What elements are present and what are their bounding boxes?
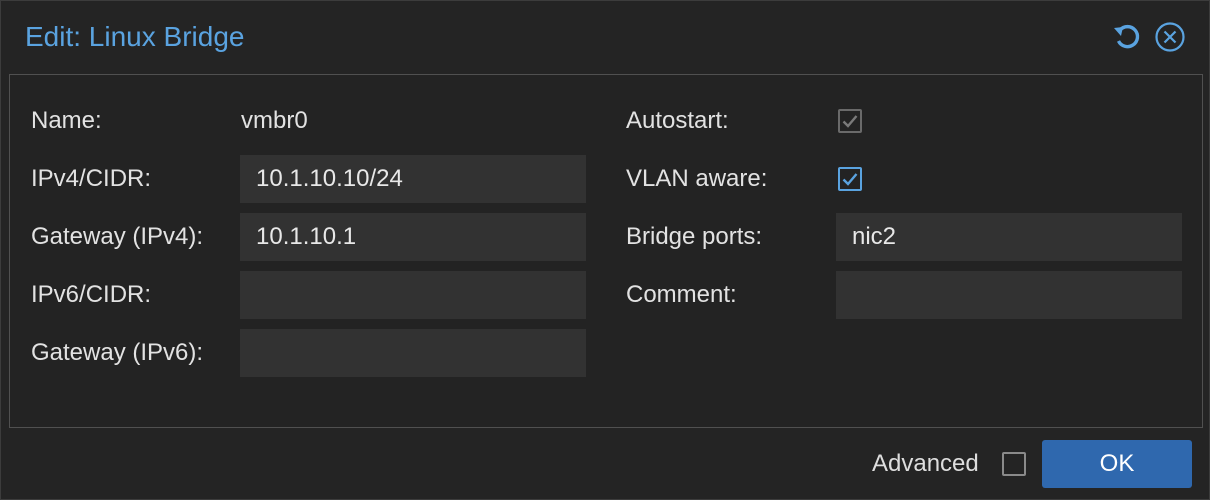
- advanced-checkbox[interactable]: [1002, 452, 1026, 476]
- bridge-ports-label: Bridge ports:: [626, 223, 763, 250]
- ipv4-cidr-input[interactable]: [240, 155, 586, 203]
- gateway-ipv4-label: Gateway (IPv4):: [31, 223, 204, 250]
- ipv6-cidr-input[interactable]: [240, 271, 586, 319]
- comment-label: Comment:: [626, 281, 737, 308]
- gateway-ipv6-input[interactable]: [240, 329, 586, 377]
- dialog-title: Edit: Linux Bridge: [25, 21, 245, 52]
- reset-icon: [1114, 24, 1140, 49]
- checkmark-icon: [842, 115, 858, 128]
- autostart-label: Autostart:: [626, 107, 729, 134]
- dialog-header: Edit: Linux Bridge: [1, 1, 1209, 73]
- name-label: Name:: [31, 107, 102, 134]
- checkmark-icon: [842, 173, 858, 186]
- bridge-ports-input[interactable]: [836, 213, 1182, 261]
- gateway-ipv6-label: Gateway (IPv6):: [31, 339, 204, 366]
- autostart-checkbox[interactable]: [838, 109, 862, 133]
- reset-button[interactable]: [1111, 21, 1143, 53]
- advanced-label: Advanced: [872, 450, 979, 477]
- close-button[interactable]: [1154, 21, 1186, 53]
- close-circle-icon: [1155, 22, 1185, 52]
- name-value: vmbr0: [241, 107, 308, 134]
- ipv6-cidr-label: IPv6/CIDR:: [31, 281, 152, 308]
- comment-input[interactable]: [836, 271, 1182, 319]
- ok-button[interactable]: OK: [1042, 440, 1192, 488]
- vlan-aware-label: VLAN aware:: [626, 165, 768, 192]
- gateway-ipv4-input[interactable]: [240, 213, 586, 261]
- edit-linux-bridge-dialog: Edit: Linux Bridge Name: vmbr0 IPv4/CIDR…: [0, 0, 1210, 500]
- form-panel: Name: vmbr0 IPv4/CIDR: Gateway (IPv4): I…: [9, 74, 1203, 428]
- ipv4-cidr-label: IPv4/CIDR:: [31, 165, 152, 192]
- vlan-aware-checkbox[interactable]: [838, 167, 862, 191]
